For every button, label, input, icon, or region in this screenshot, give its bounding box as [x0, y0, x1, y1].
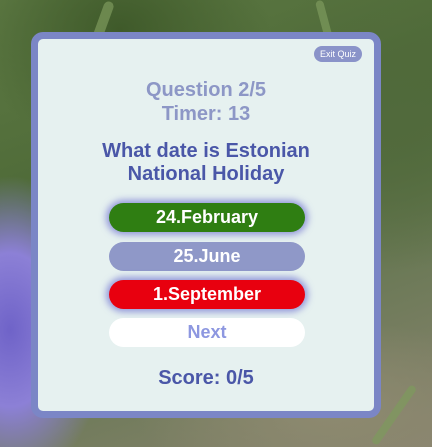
answer-option-1[interactable]: 24.February	[109, 203, 305, 232]
answer-option-3[interactable]: 1.September	[109, 280, 305, 309]
score-display: Score: 0/5	[158, 367, 254, 389]
question-counter: Question 2/5	[145, 79, 267, 101]
exit-quiz-button[interactable]: Exit Quiz	[313, 46, 362, 62]
next-button[interactable]: Next	[109, 318, 305, 347]
question-text: What date is Estonian National Holiday	[102, 140, 310, 185]
answer-option-2[interactable]: 25.June	[109, 242, 305, 271]
timer: Timer: 13	[161, 103, 251, 125]
quiz-card: Exit Quiz Question 2/5 Timer: 13 What da…	[31, 32, 381, 418]
